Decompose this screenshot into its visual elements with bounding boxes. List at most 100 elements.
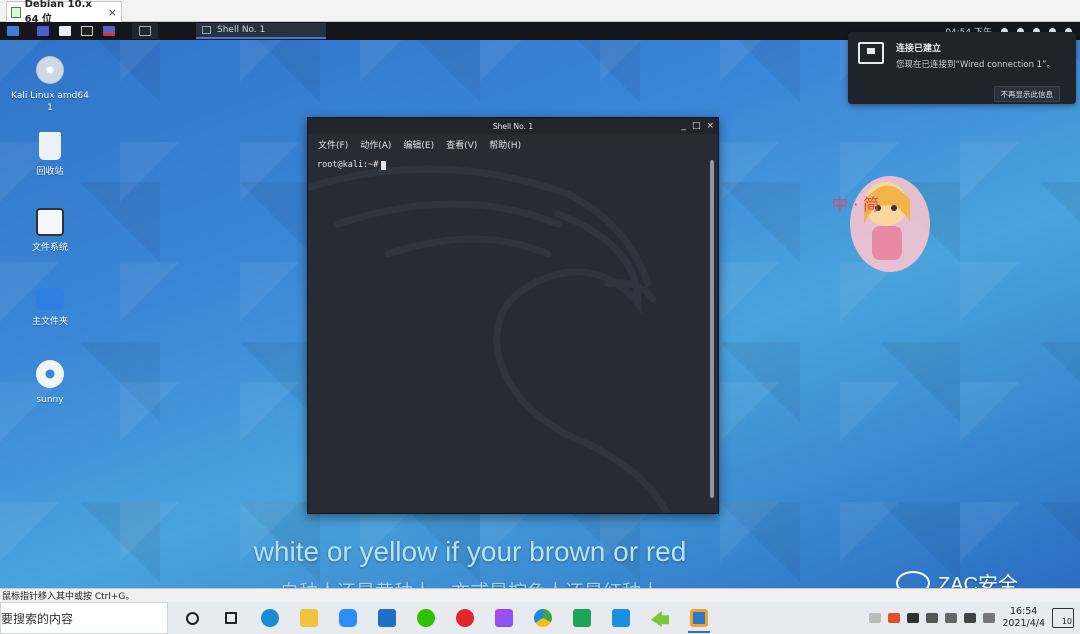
system-tray: 16:54 2021/4/4 10 bbox=[869, 602, 1080, 634]
terminal-launcher[interactable] bbox=[78, 23, 96, 39]
text-cursor bbox=[381, 160, 387, 170]
taskbar-clock[interactable]: 16:54 2021/4/4 bbox=[1002, 606, 1045, 630]
folder-icon bbox=[300, 609, 318, 627]
shell-prompt: root@kali:~# bbox=[317, 160, 387, 170]
desktop-icon-home[interactable]: 主文件夹 bbox=[10, 284, 90, 328]
cortana-button[interactable] bbox=[177, 603, 207, 633]
vmware-tab-strip: Debian 10.x 64 位 × bbox=[0, 0, 1080, 25]
file-manager-launcher[interactable] bbox=[56, 23, 74, 39]
network-icon[interactable] bbox=[945, 613, 958, 623]
app-icon bbox=[573, 609, 591, 627]
terminal-title: Shell No. 1 bbox=[492, 121, 534, 131]
menu-help[interactable]: 帮助(H) bbox=[489, 138, 521, 151]
window-controls: _ □ × bbox=[681, 118, 714, 134]
menu-file[interactable]: 文件(F) bbox=[318, 138, 348, 151]
desktop-icon-filesystem[interactable]: 文件系统 bbox=[10, 208, 90, 254]
menu-view[interactable]: 查看(V) bbox=[446, 138, 477, 151]
status-text: 鼠标指针移入其中或按 Ctrl+G。 bbox=[2, 592, 135, 602]
trash-icon bbox=[39, 132, 61, 160]
task-view-icon bbox=[225, 612, 237, 624]
sogou-icon[interactable] bbox=[888, 613, 901, 623]
desktop-icon-label: 回收站 bbox=[36, 167, 64, 177]
taskbar-zoom[interactable] bbox=[333, 603, 363, 633]
task-shell-no1[interactable]: Shell No. 1 bbox=[196, 23, 326, 39]
edge-icon bbox=[261, 609, 279, 627]
desktop-icon-label: 主文件夹 bbox=[31, 317, 68, 327]
terminal-body[interactable]: root@kali:~# bbox=[308, 154, 718, 513]
vm-icon bbox=[11, 6, 21, 18]
close-icon[interactable]: × bbox=[706, 121, 714, 131]
mail-icon bbox=[378, 609, 396, 627]
task-label: Shell No. 1 bbox=[217, 25, 266, 35]
desktop-icon-kali-disc[interactable]: Kali Linux amd64 1 bbox=[10, 56, 90, 114]
share-arrow-icon bbox=[651, 610, 669, 627]
desktop-icon-label: Kali Linux amd64 1 bbox=[11, 91, 89, 113]
vmware-icon bbox=[690, 609, 708, 627]
dont-show-again-button[interactable]: 不再显示此信息 bbox=[993, 86, 1060, 102]
taskbar-app-p[interactable] bbox=[606, 603, 636, 633]
p-icon bbox=[612, 609, 630, 627]
search-box[interactable]: 要搜索的内容 bbox=[0, 602, 168, 634]
taskbar-wechat[interactable] bbox=[411, 603, 441, 633]
wechat-icon bbox=[417, 609, 435, 627]
maximize-icon[interactable]: □ bbox=[692, 121, 701, 131]
kali-disc-icon bbox=[36, 56, 64, 84]
taskbar-app-green[interactable] bbox=[567, 603, 597, 633]
home-folder-icon bbox=[36, 288, 64, 310]
gear-icon bbox=[36, 360, 64, 388]
window-icon bbox=[202, 26, 211, 34]
minimize-icon[interactable]: _ bbox=[681, 121, 686, 131]
workspace-icon bbox=[139, 26, 151, 36]
notification-body: 您现在已连接到“Wired connection 1”。 bbox=[896, 60, 1055, 70]
taskbar-netease-music[interactable] bbox=[450, 603, 480, 633]
volume-icon[interactable] bbox=[964, 613, 977, 623]
drive-icon bbox=[36, 208, 64, 236]
phpstorm-icon bbox=[495, 609, 513, 627]
taskbar-explorer[interactable] bbox=[294, 603, 324, 633]
network-notification: 连接已建立 您现在已连接到“Wired connection 1”。 不再显示此… bbox=[848, 32, 1076, 104]
taskbar-share[interactable] bbox=[645, 603, 675, 633]
kali-dragon-icon bbox=[7, 26, 19, 36]
task-view-button[interactable] bbox=[216, 603, 246, 633]
notification-title: 连接已建立 bbox=[896, 44, 942, 54]
show-desktop-button[interactable] bbox=[34, 23, 52, 39]
folder-icon bbox=[59, 26, 71, 36]
clock-date: 2021/4/4 bbox=[1002, 618, 1045, 629]
clock-time: 16:54 bbox=[1009, 606, 1038, 617]
desktop-icon-trash[interactable]: 回收站 bbox=[10, 132, 90, 178]
circle-icon bbox=[185, 611, 199, 625]
battery-icon[interactable] bbox=[907, 613, 920, 623]
taskbar-edge[interactable] bbox=[255, 603, 285, 633]
notification-count: 10 bbox=[1061, 617, 1072, 626]
menu-edit[interactable]: 编辑(E) bbox=[403, 138, 434, 151]
desktop-icon-label: sunny bbox=[36, 395, 64, 405]
kali-desktop: Shell No. 1 04:54 下午 Kali Linux amd64 1 … bbox=[0, 22, 1080, 603]
menu-actions[interactable]: 动作(A) bbox=[360, 138, 391, 151]
terminal-scrollbar[interactable] bbox=[710, 160, 714, 498]
zoom-icon bbox=[339, 609, 357, 627]
subtitle-english: white or yellow if your brown or red bbox=[253, 536, 687, 567]
display-icon[interactable] bbox=[926, 613, 939, 623]
taskbar-vmware[interactable] bbox=[684, 603, 714, 633]
kali-dragon-watermark bbox=[308, 165, 671, 513]
close-icon[interactable]: × bbox=[108, 6, 117, 19]
desktop-icon-label: 文件系统 bbox=[31, 243, 68, 253]
language-icon[interactable] bbox=[983, 613, 996, 623]
kali-menu-button[interactable] bbox=[4, 23, 22, 39]
anime-mascot-sticker: 中 · 简 bbox=[832, 176, 930, 272]
music-icon bbox=[456, 609, 474, 627]
terminal-titlebar[interactable]: Shell No. 1 _ □ × bbox=[308, 118, 718, 134]
taskbar-mail[interactable] bbox=[372, 603, 402, 633]
mascot-text: 中 · 简 bbox=[832, 195, 879, 214]
screenshot-launcher[interactable] bbox=[100, 23, 118, 39]
desktop-icon-sunny[interactable]: sunny bbox=[10, 360, 90, 406]
workspace-switcher[interactable] bbox=[132, 23, 158, 39]
taskbar-phpstorm[interactable] bbox=[489, 603, 519, 633]
ime-icon[interactable] bbox=[869, 613, 882, 623]
vmware-status-bar: 鼠标指针移入其中或按 Ctrl+G。 bbox=[0, 588, 1080, 602]
vm-tab-debian[interactable]: Debian 10.x 64 位 × bbox=[6, 0, 122, 25]
browser-icon bbox=[534, 609, 552, 627]
terminal-window[interactable]: Shell No. 1 _ □ × 文件(F) 动作(A) 编辑(E) 查看(V… bbox=[307, 117, 719, 514]
taskbar-chrome-like[interactable] bbox=[528, 603, 558, 633]
action-center-button[interactable]: 10 bbox=[1052, 608, 1074, 628]
